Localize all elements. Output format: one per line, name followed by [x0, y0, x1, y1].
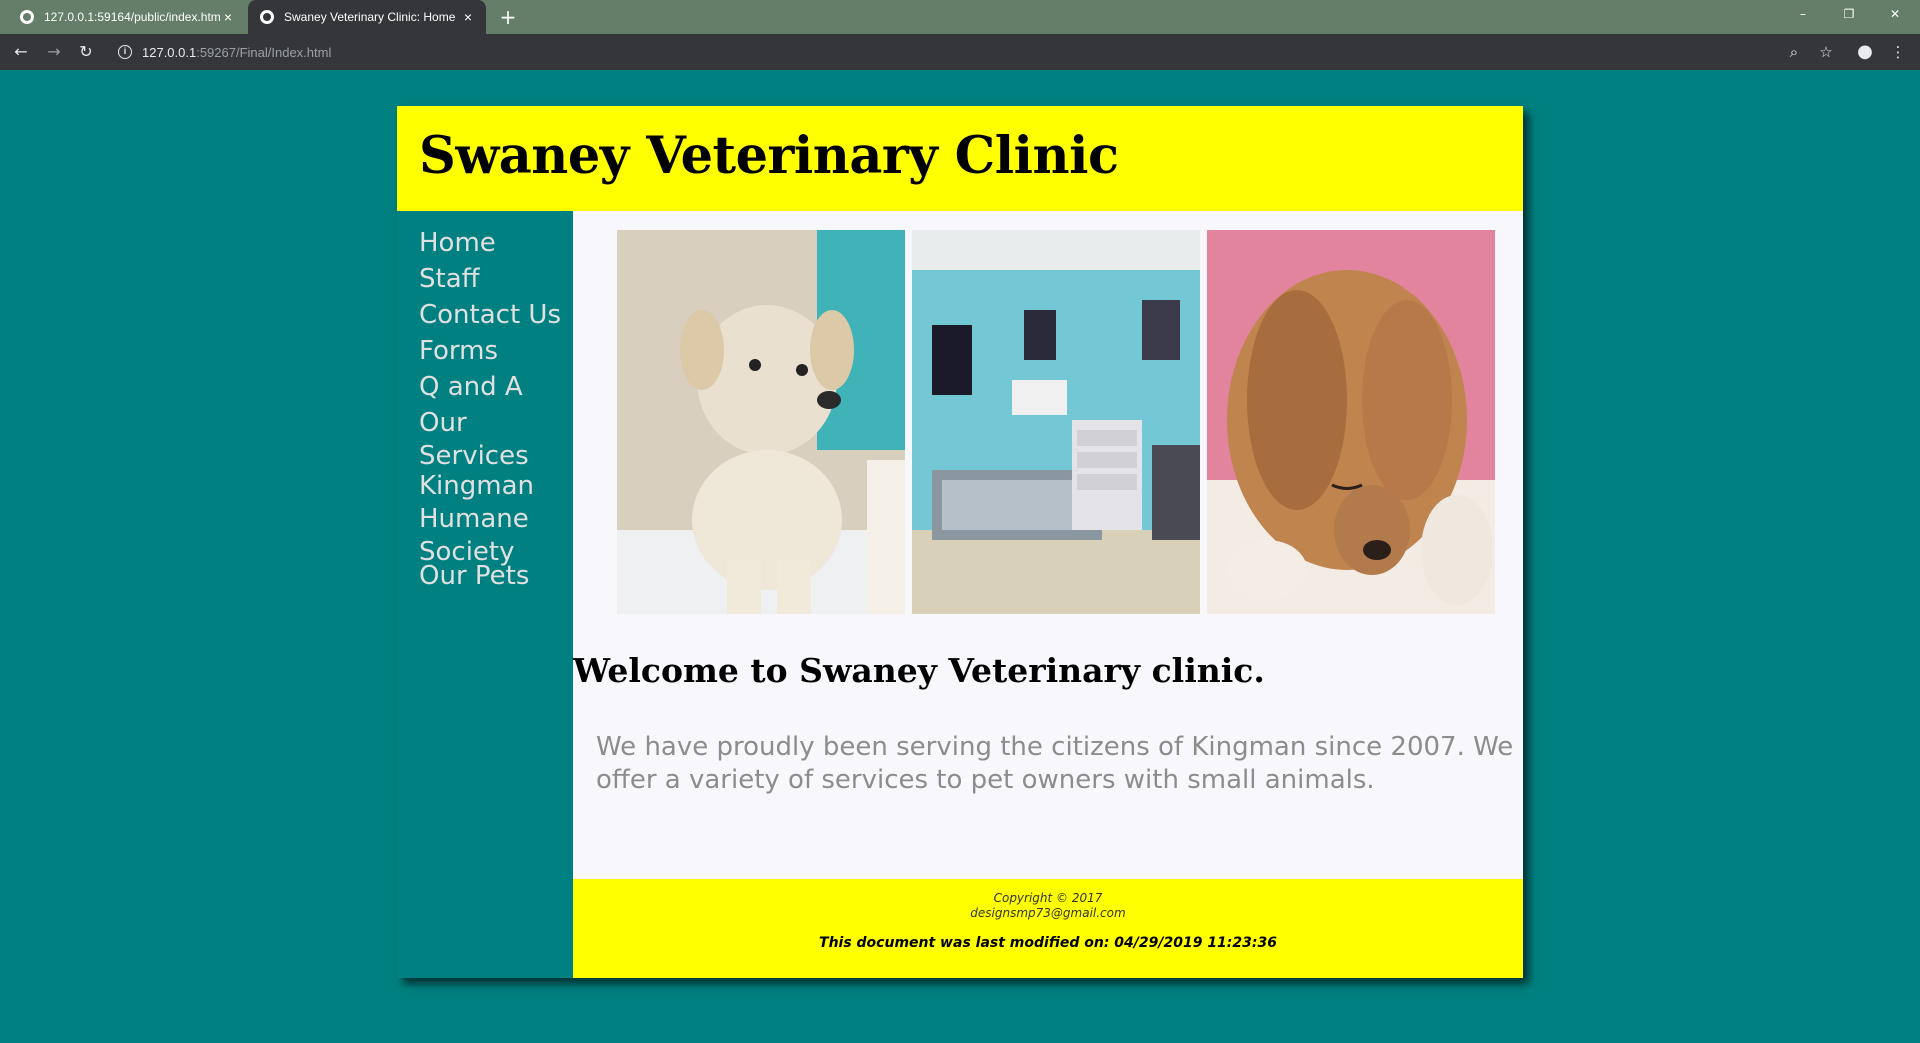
nav-link-q-and-a[interactable]: Q and A — [419, 371, 569, 404]
browser-tab-strip: 127.0.0.1:59164/public/index.htm × Swane… — [0, 0, 1920, 34]
site-header: Swaney Veterinary Clinic — [397, 106, 1523, 211]
last-modified-text: This document was last modified on: 04/2… — [819, 935, 1277, 951]
nav-link-forms[interactable]: Forms — [419, 335, 569, 368]
new-tab-button[interactable]: + — [496, 5, 520, 29]
globe-icon — [20, 10, 34, 24]
site-footer: Copyright © 2017 designsmp73@gmail.com T… — [573, 879, 1523, 978]
site-info-icon[interactable]: i — [118, 45, 132, 59]
close-tab-icon[interactable]: × — [460, 9, 476, 25]
site-title: Swaney Veterinary Clinic — [419, 126, 1119, 186]
minimize-button[interactable]: – — [1780, 0, 1826, 28]
browser-menu-icon[interactable]: ⋮ — [1886, 40, 1910, 64]
restore-button[interactable]: ❐ — [1826, 0, 1872, 28]
back-icon[interactable]: ← — [9, 40, 33, 64]
copyright-text: Copyright © 2017 — [993, 891, 1103, 905]
nav-link-our-services[interactable]: Our Services — [419, 407, 569, 473]
profile-icon[interactable]: ● — [1853, 40, 1877, 64]
zoom-icon[interactable]: ⌕ — [1782, 40, 1806, 64]
close-tab-icon[interactable]: × — [220, 9, 236, 25]
bookmark-star-icon[interactable]: ☆ — [1814, 40, 1838, 64]
welcome-heading: Welcome to Swaney Veterinary clinic. — [573, 651, 1265, 690]
nav-link-contact-us[interactable]: Contact Us — [419, 299, 569, 332]
exam-room-photo — [912, 230, 1200, 614]
nav-link-staff[interactable]: Staff — [419, 263, 569, 296]
contact-email[interactable]: designsmp73@gmail.com — [573, 906, 1523, 921]
tab-title: Swaney Veterinary Clinic: Home — [284, 10, 456, 24]
sidebar-nav: Home Staff Contact Us Forms Q and A Our … — [397, 211, 573, 978]
url-host: 127.0.0.1 — [142, 44, 197, 60]
nav-link-home[interactable]: Home — [419, 227, 569, 260]
tab-title: 127.0.0.1:59164/public/index.htm — [44, 10, 220, 24]
browser-toolbar: ← → ↻ i 127.0.0.1:59267/Final/Index.html… — [0, 34, 1920, 70]
intro-paragraph: We have proudly been serving the citizen… — [596, 732, 1514, 795]
sleeping-puppy-photo — [1207, 230, 1495, 614]
main-content: Welcome to Swaney Veterinary clinic. We … — [573, 211, 1523, 879]
url-path: :59267/Final/Index.html — [196, 44, 332, 60]
forward-icon[interactable]: → — [42, 40, 66, 64]
puppy-photo — [617, 230, 905, 614]
browser-tab-1[interactable]: 127.0.0.1:59164/public/index.htm × — [8, 0, 246, 34]
footer-copyright: Copyright © 2017 designsmp73@gmail.com — [573, 891, 1523, 921]
nav-link-kingman-humane-society[interactable]: Kingman Humane Society — [419, 470, 569, 569]
browser-tab-2-active[interactable]: Swaney Veterinary Clinic: Home × — [248, 0, 486, 34]
reload-icon[interactable]: ↻ — [74, 40, 98, 64]
address-bar[interactable]: i 127.0.0.1:59267/Final/Index.html — [108, 39, 1808, 65]
nav-link-our-pets[interactable]: Our Pets — [419, 560, 569, 593]
close-window-button[interactable]: ✕ — [1872, 0, 1918, 28]
globe-icon — [260, 10, 274, 24]
